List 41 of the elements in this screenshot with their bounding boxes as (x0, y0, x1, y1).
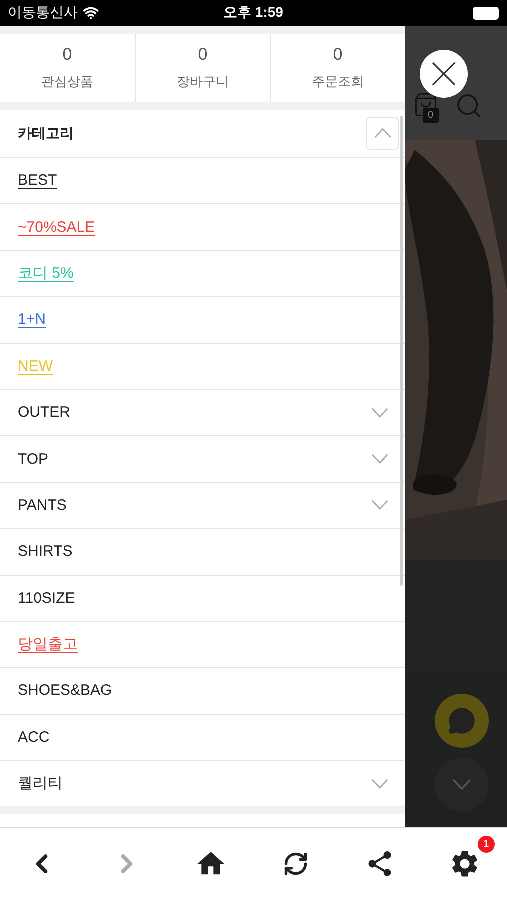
search-icon[interactable] (455, 92, 483, 120)
category-link[interactable]: 퀄리티 (18, 774, 63, 794)
cart-count: 0 (423, 108, 439, 123)
refresh-icon (282, 851, 309, 877)
category-link[interactable]: OUTER (18, 404, 70, 422)
counter-label: 장바구니 (177, 73, 229, 91)
category-link[interactable]: BEST (18, 172, 58, 190)
counter-item[interactable]: 0 관심상품 (0, 34, 135, 102)
category-link[interactable]: ~70%SALE (18, 218, 96, 236)
category-link[interactable]: TOP (18, 450, 49, 468)
category-link[interactable]: ACC (18, 728, 50, 746)
battery-icon (473, 6, 499, 20)
counter-value: 0 (333, 45, 343, 65)
collapse-toggle[interactable] (366, 117, 399, 150)
counter-label: 주문조회 (312, 73, 364, 91)
chevron-down-icon[interactable] (371, 500, 389, 511)
bag-icon[interactable] (413, 92, 439, 118)
status-time: 오후 1:59 (224, 4, 284, 22)
chat-button[interactable] (435, 694, 489, 748)
category-link[interactable]: 1+N (18, 311, 46, 328)
counter-item[interactable]: 0 장바구니 (135, 34, 270, 102)
chevron-down-icon[interactable] (371, 778, 389, 789)
category-link[interactable]: SHIRTS (18, 543, 73, 560)
category-link[interactable]: SHOES&BAG (18, 682, 112, 700)
carrier-name: 이동통신사 (8, 4, 78, 22)
category-link[interactable]: 110SIZE (18, 590, 76, 607)
wifi-icon (83, 5, 99, 21)
chevron-down-icon[interactable] (371, 408, 389, 418)
counter-value: 0 (198, 45, 208, 65)
chevron-down-icon[interactable] (371, 454, 389, 464)
chevron-up-icon (374, 128, 392, 139)
chat-bubble-icon (448, 707, 476, 735)
category-title: 카테고리 (18, 124, 74, 142)
counter-label: 관심상품 (42, 73, 94, 91)
category-link[interactable]: PANTS (18, 496, 67, 514)
close-icon (432, 62, 456, 86)
notification-badge: 1 (478, 836, 495, 853)
close-button[interactable] (420, 50, 468, 98)
category-link[interactable]: 당일출고 (18, 635, 78, 654)
counter-value: 0 (62, 45, 72, 65)
chevron-down-icon (452, 779, 472, 791)
